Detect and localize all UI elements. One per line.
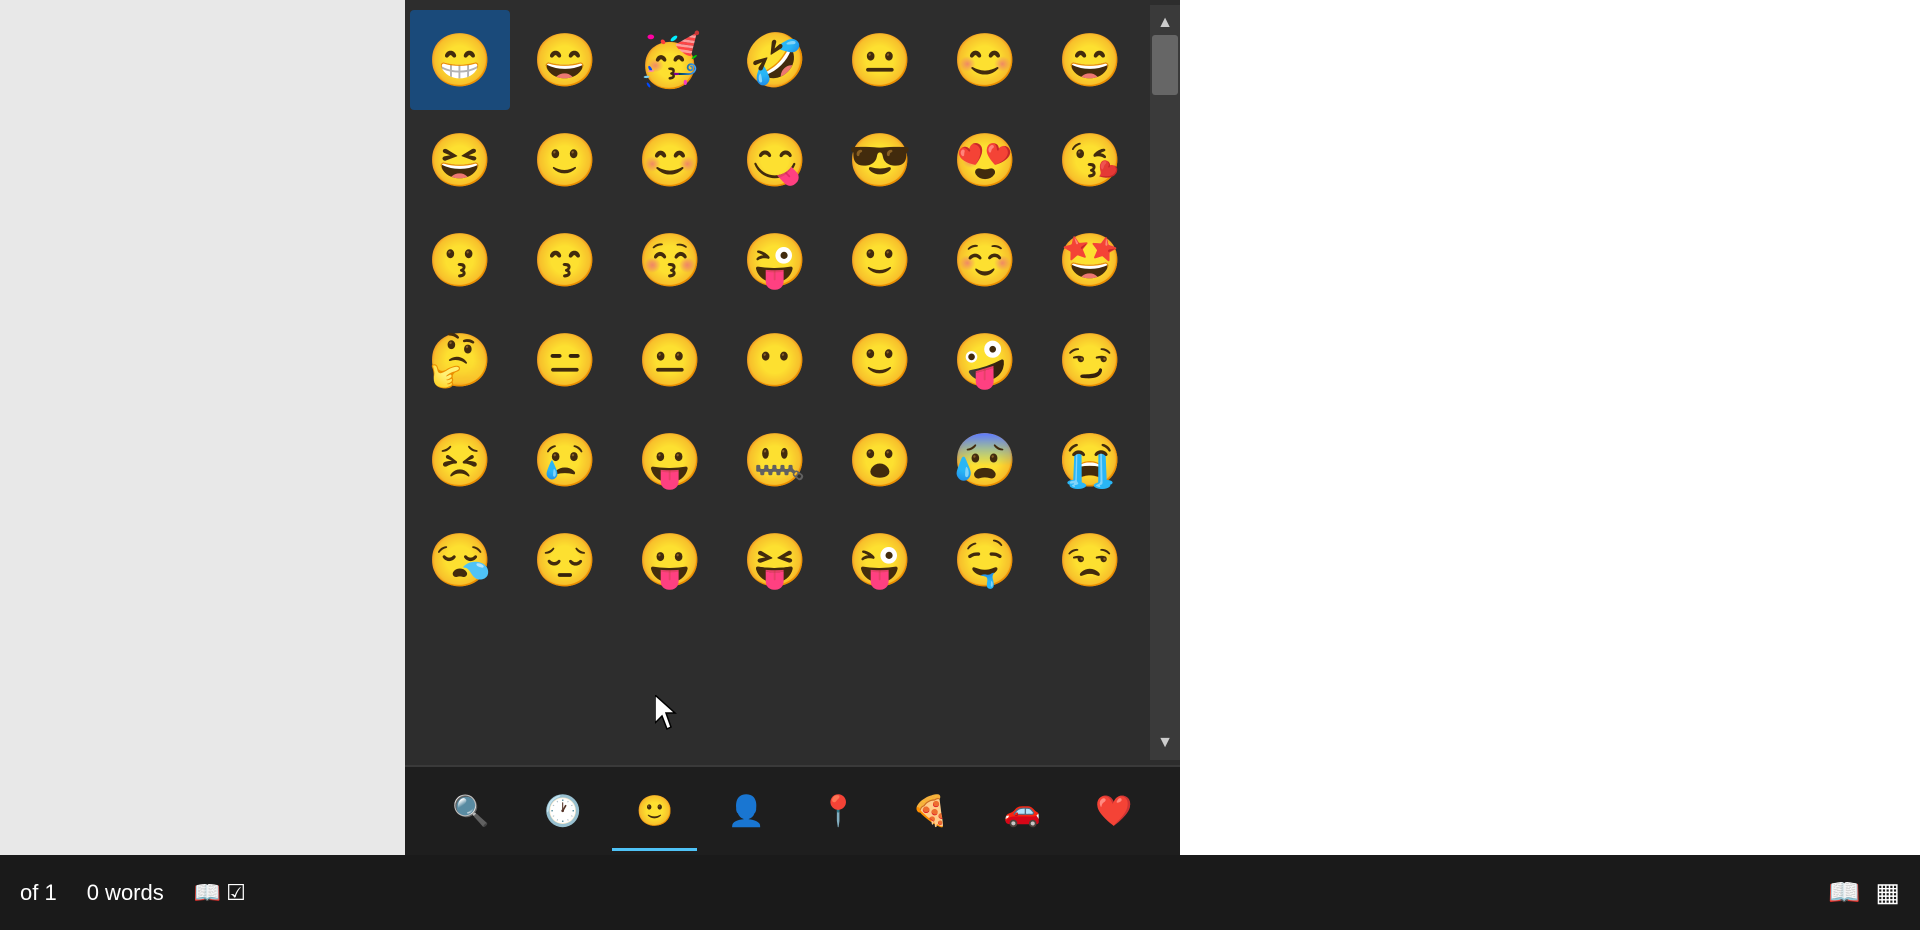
emoji-cell[interactable]: 🙂	[830, 210, 930, 310]
emoji-cell[interactable]: 😛	[620, 510, 720, 610]
category-smileys[interactable]: 🙂	[612, 774, 697, 849]
emoji-cell[interactable]: 😗	[410, 210, 510, 310]
status-bar: of 1 0 words 📖 ☑ 📖 ▦	[0, 855, 1920, 930]
category-people[interactable]: 👤	[704, 774, 789, 849]
food-icon: 🍕	[912, 794, 949, 829]
emoji-cell[interactable]: 🤣	[725, 10, 825, 110]
emoji-picker-panel: ▲ ▼ 😁 😄 🥳 🤣 😐 😊 😄 😆 🙂 😊 😋 😎 😍	[405, 0, 1180, 855]
emoji-cell[interactable]: 🤩	[1040, 210, 1140, 310]
emoji-cell[interactable]: 😝	[725, 510, 825, 610]
emoji-cell[interactable]: 😆	[410, 110, 510, 210]
emoji-cell[interactable]: 🤔	[410, 310, 510, 410]
view-grid-icon[interactable]: ▦	[1875, 877, 1900, 908]
emoji-cell[interactable]: 😜	[830, 510, 930, 610]
nature-icon: 📍	[820, 794, 857, 829]
scrollbar-thumb[interactable]	[1152, 35, 1178, 95]
search-icon: 🔍	[452, 794, 489, 829]
emoji-cell[interactable]: 😁	[410, 10, 510, 110]
emoji-cell[interactable]: 🙂	[515, 110, 615, 210]
status-icons: 📖 ☑	[194, 880, 246, 906]
emoji-cell[interactable]: 😭	[1040, 410, 1140, 510]
emoji-cell[interactable]: 🙂	[830, 310, 930, 410]
emoji-cell[interactable]: 🤪	[935, 310, 1035, 410]
category-nature[interactable]: 📍	[796, 774, 881, 849]
emoji-cell[interactable]: 😢	[515, 410, 615, 510]
check-icon[interactable]: ☑	[226, 880, 246, 906]
emoji-cell[interactable]: 😐	[830, 10, 930, 110]
document-left	[0, 0, 405, 855]
page-info: of 1	[20, 880, 57, 906]
emoji-cell[interactable]: 😎	[830, 110, 930, 210]
emoji-cell[interactable]: 😄	[515, 10, 615, 110]
emoji-cell[interactable]: 😙	[515, 210, 615, 310]
category-food[interactable]: 🍕	[888, 774, 973, 849]
emoji-cell[interactable]: 😚	[620, 210, 720, 310]
chevron-up-icon: ▲	[1157, 14, 1173, 32]
emoji-cell[interactable]: 😜	[725, 210, 825, 310]
emoji-cell[interactable]: 😶	[725, 310, 825, 410]
book-icon[interactable]: 📖	[194, 880, 221, 906]
emoji-cell[interactable]: 😐	[620, 310, 720, 410]
emoji-cell[interactable]: 😑	[515, 310, 615, 410]
emoji-category-bar: 🔍 🕐 🙂 👤 📍 🍕 🚗 ❤️	[405, 765, 1180, 855]
document-right	[1180, 0, 1920, 855]
emoji-cell[interactable]: 😄	[1040, 10, 1140, 110]
people-icon: 👤	[728, 794, 765, 829]
emoji-cell[interactable]: 😘	[1040, 110, 1140, 210]
emoji-cell[interactable]: 😍	[935, 110, 1035, 210]
emoji-grid: 😁 😄 🥳 🤣 😐 😊 😄 😆 🙂 😊 😋 😎 😍 😘 😗 😙 😚 😜 🙂 ☺️…	[405, 5, 1180, 615]
chevron-down-icon: ▼	[1157, 734, 1173, 752]
emoji-cell[interactable]: 😪	[410, 510, 510, 610]
emoji-cell[interactable]: 😋	[725, 110, 825, 210]
emoji-cell[interactable]: 😰	[935, 410, 1035, 510]
scrollbar-track[interactable]	[1150, 35, 1180, 730]
emoji-cell[interactable]: 🤐	[725, 410, 825, 510]
category-recent[interactable]: 🕐	[520, 774, 605, 849]
emoji-cell[interactable]: 😊	[620, 110, 720, 210]
status-right-icons: 📖 ▦	[1828, 877, 1900, 908]
emoji-cell[interactable]: 😮	[830, 410, 930, 510]
emoji-cell[interactable]: 😛	[620, 410, 720, 510]
emoji-grid-container: ▲ ▼ 😁 😄 🥳 🤣 😐 😊 😄 😆 🙂 😊 😋 😎 😍	[405, 0, 1180, 765]
scroll-down-button[interactable]: ▼	[1150, 725, 1180, 760]
category-travel[interactable]: 🚗	[980, 774, 1065, 849]
clock-icon: 🕐	[544, 794, 581, 829]
heart-icon: ❤️	[1095, 794, 1132, 829]
category-symbols[interactable]: ❤️	[1072, 774, 1157, 849]
emoji-cell[interactable]: 😊	[935, 10, 1035, 110]
emoji-cell[interactable]: ☺️	[935, 210, 1035, 310]
travel-icon: 🚗	[1004, 794, 1041, 829]
category-search[interactable]: 🔍	[428, 774, 513, 849]
emoji-cell[interactable]: 😣	[410, 410, 510, 510]
word-count: 0 words	[87, 880, 164, 906]
smiley-icon: 🙂	[636, 794, 673, 829]
emoji-cell[interactable]: 🥳	[620, 10, 720, 110]
emoji-cell[interactable]: 😒	[1040, 510, 1140, 610]
emoji-cell[interactable]: 😏	[1040, 310, 1140, 410]
view-book-icon[interactable]: 📖	[1828, 877, 1860, 908]
emoji-cell[interactable]: 😔	[515, 510, 615, 610]
emoji-cell[interactable]: 🤤	[935, 510, 1035, 610]
